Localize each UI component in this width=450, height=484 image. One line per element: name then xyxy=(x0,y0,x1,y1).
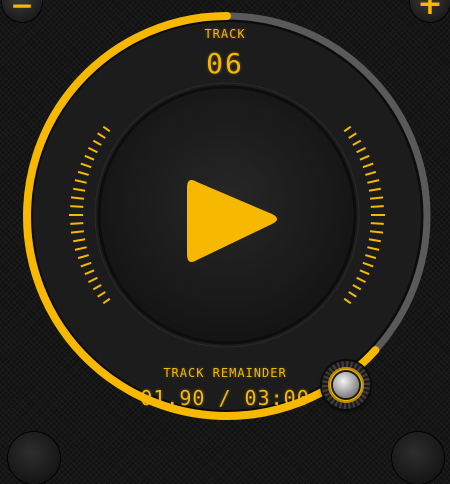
time-readout: 01.90 / 03:00 xyxy=(140,386,310,410)
seek-knob-icon xyxy=(333,372,359,398)
track-remainder-label: TRACK REMAINDER xyxy=(163,366,287,380)
level-meter-bar xyxy=(70,205,84,208)
audio-player: − + TRACK 06 TRACK REMAINDER 01.90 / 03:… xyxy=(0,0,450,484)
track-label: TRACK xyxy=(204,27,246,41)
level-meter-bar xyxy=(70,222,84,225)
volume-up-button[interactable]: + xyxy=(410,0,450,22)
level-meter-bar xyxy=(370,222,384,225)
volume-down-button[interactable]: − xyxy=(2,0,42,22)
bottom-right-button[interactable] xyxy=(392,432,444,484)
seek-knob[interactable] xyxy=(322,361,370,409)
minus-icon: − xyxy=(10,0,34,22)
bottom-left-button[interactable] xyxy=(8,432,60,484)
track-number: 06 xyxy=(206,47,244,80)
plus-icon: + xyxy=(417,0,443,22)
level-meter-bar xyxy=(370,205,384,208)
